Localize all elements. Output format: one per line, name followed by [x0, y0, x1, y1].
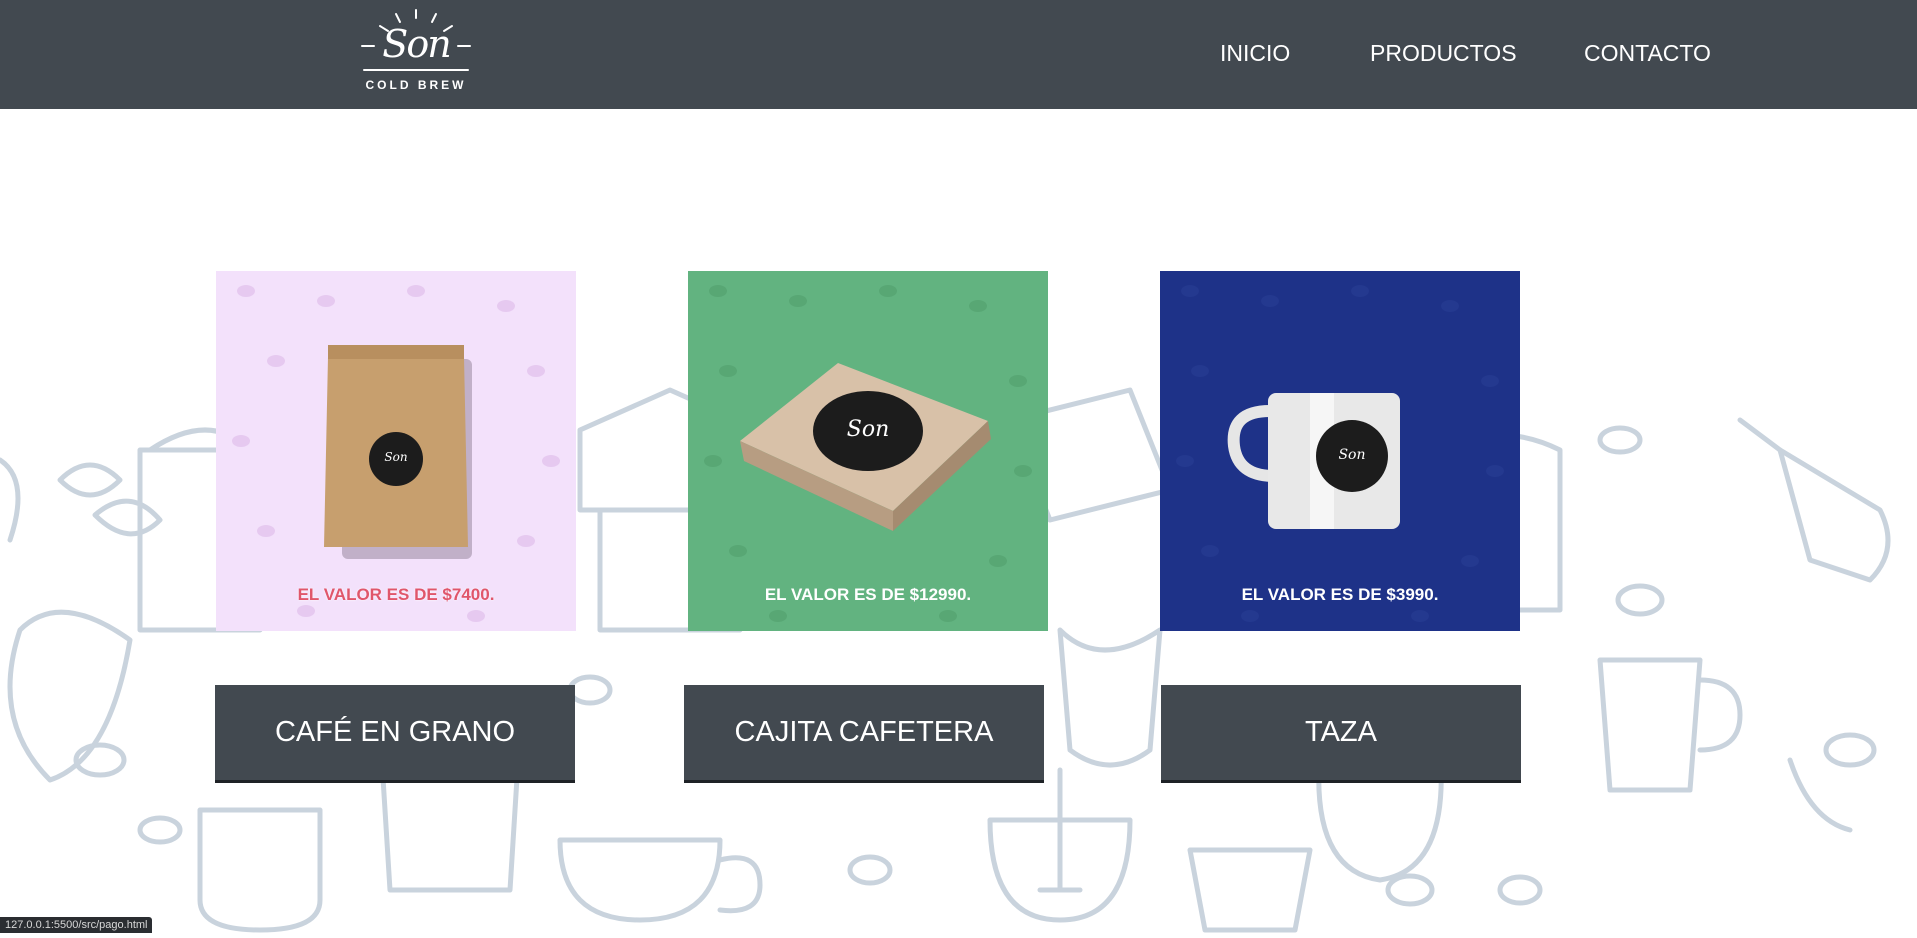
- price-label: EL VALOR ES DE $3990.: [1241, 585, 1439, 604]
- nav-inicio[interactable]: INICIO: [1220, 40, 1290, 67]
- product-card-cajita-cafetera[interactable]: Son EL VALOR ES DE $12990.: [688, 271, 1048, 631]
- status-bar-url: 127.0.0.1:5500/src/pago.html: [0, 917, 153, 933]
- nav-productos[interactable]: PRODUCTOS: [1370, 40, 1517, 67]
- brand-logo[interactable]: Son COLD BREW: [356, 6, 476, 96]
- svg-text:Son: Son: [1338, 447, 1365, 463]
- coffee-bag-image: Son: [232, 285, 560, 622]
- site-header: Son COLD BREW INICIO PRODUCTOS CONTACTO: [0, 0, 1917, 109]
- product-button-cafe-en-grano[interactable]: CAFÉ EN GRANO: [215, 685, 575, 780]
- logo-subtitle: COLD BREW: [365, 78, 467, 92]
- product-card-cafe-en-grano[interactable]: Son EL VALOR ES DE $7400.: [216, 271, 576, 631]
- mug-image: Son: [1176, 285, 1504, 622]
- svg-text:Son: Son: [847, 417, 890, 442]
- nav-contacto[interactable]: CONTACTO: [1584, 40, 1711, 67]
- price-label: EL VALOR ES DE $12990.: [764, 585, 972, 604]
- product-button-taza[interactable]: TAZA: [1161, 685, 1521, 780]
- svg-text:Son: Son: [384, 450, 407, 464]
- product-card-taza[interactable]: Son EL VALOR ES DE $3990.: [1160, 271, 1520, 631]
- price-label: EL VALOR ES DE $7400.: [297, 585, 495, 604]
- product-button-cajita-cafetera[interactable]: CAJITA CAFETERA: [684, 685, 1044, 780]
- logo-script-text: Son: [382, 22, 451, 66]
- coffee-box-image: Son: [704, 285, 1032, 622]
